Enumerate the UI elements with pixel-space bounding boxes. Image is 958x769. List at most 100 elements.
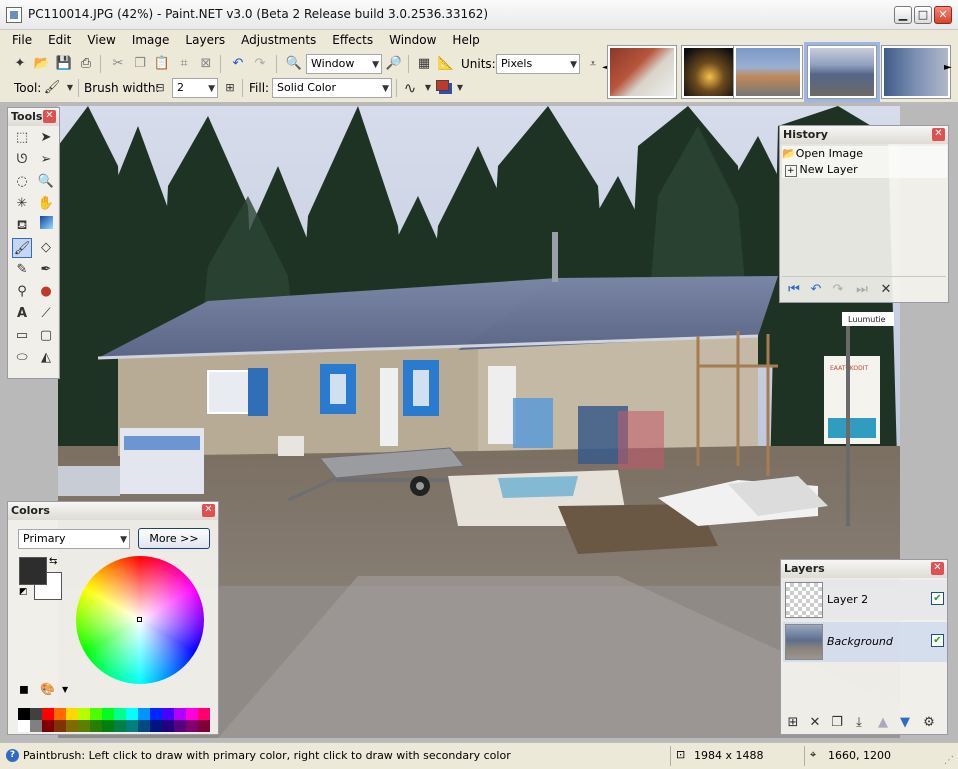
increase-width-button[interactable]: ⊞ (220, 78, 240, 98)
history-redo-icon[interactable]: ↷ (828, 280, 848, 300)
chevron-down-icon[interactable]: ▼ (450, 78, 470, 98)
grid-icon[interactable]: ▦ (414, 54, 434, 74)
palette-swatch[interactable] (90, 708, 102, 720)
reset-colors-icon[interactable]: ◩ (19, 587, 28, 597)
menu-window[interactable]: Window (381, 30, 444, 52)
tools-panel-close-button[interactable]: ✕ (43, 110, 56, 123)
paintbrush-tool-icon[interactable]: 🖌 (42, 78, 62, 98)
palette-swatch[interactable] (126, 720, 138, 732)
minimize-button[interactable]: ▁ (894, 6, 912, 24)
thumbnail-image-4-active[interactable] (808, 46, 876, 98)
color-mode-dropdown[interactable]: Primary ▼ (18, 529, 130, 549)
palette-swatch[interactable] (186, 720, 198, 732)
palette-swatch[interactable] (114, 720, 126, 732)
menu-layers[interactable]: Layers (177, 30, 233, 52)
thumbnail-image-1[interactable] (608, 46, 676, 98)
palette-swatch[interactable] (198, 708, 210, 720)
palette-swatch[interactable] (18, 720, 30, 732)
maximize-button[interactable]: □ (914, 6, 932, 24)
palette-options-icon[interactable]: 🎨 (40, 682, 55, 696)
palette-swatch[interactable] (42, 720, 54, 732)
palette-swatch[interactable] (174, 720, 186, 732)
thumbnails-next-arrow[interactable]: ► (944, 62, 952, 73)
rulers-icon[interactable]: 📐 (436, 54, 456, 74)
menu-file[interactable]: File (4, 30, 40, 52)
palette-swatch[interactable] (30, 708, 42, 720)
palette-swatch[interactable] (66, 720, 78, 732)
palette-swatch[interactable] (30, 720, 42, 732)
merge-layer-down-icon[interactable]: ⤓ (849, 713, 869, 733)
move-layer-down-icon[interactable]: ▼ (895, 713, 915, 733)
undo-icon[interactable]: ↶ (228, 54, 248, 74)
layers-panel-close-button[interactable]: ✕ (931, 562, 944, 575)
units-dropdown[interactable]: Pixels ▼ (496, 54, 580, 74)
save-icon[interactable]: 💾 (54, 54, 74, 74)
history-item-open-image[interactable]: 📂Open Image (782, 146, 947, 162)
rewind-to-start-icon[interactable]: ⏮ (784, 280, 804, 300)
redo-icon[interactable]: ↷ (250, 54, 270, 74)
pencil-tool-icon[interactable]: ✎ (12, 260, 32, 280)
rounded-rectangle-tool-icon[interactable]: ▢ (36, 326, 56, 346)
color-wheel-cursor[interactable] (137, 617, 142, 622)
palette-swatch[interactable] (126, 708, 138, 720)
palette-swatch[interactable] (18, 708, 30, 720)
chevron-down-icon[interactable]: ▼ (62, 685, 68, 694)
swap-colors-icon[interactable]: ⇆ (49, 556, 57, 567)
fast-forward-to-end-icon[interactable]: ⏭ (852, 280, 872, 300)
paste-icon[interactable]: 📋 (152, 54, 172, 74)
palette-swatch[interactable] (90, 720, 102, 732)
palette-swatch[interactable] (186, 708, 198, 720)
open-file-icon[interactable]: 📂 (32, 54, 52, 74)
zoom-out-icon[interactable]: 🔍 (284, 54, 304, 74)
ellipse-tool-icon[interactable]: ⬭ (12, 348, 32, 368)
paintbrush-tool-icon[interactable]: 🖌 (12, 238, 32, 258)
move-layer-up-icon[interactable]: ▲ (873, 713, 893, 733)
zoom-tool-icon[interactable]: 🔍 (36, 172, 56, 192)
gradient-tool-icon[interactable] (36, 216, 56, 236)
menu-adjustments[interactable]: Adjustments (233, 30, 324, 52)
palette-swatch[interactable] (78, 708, 90, 720)
clone-stamp-tool-icon[interactable]: ⚲ (12, 282, 32, 302)
palette-swatch[interactable] (162, 720, 174, 732)
palette-swatch[interactable] (162, 708, 174, 720)
delete-layer-icon[interactable]: ✕ (805, 713, 825, 733)
move-selection-outline-tool-icon[interactable]: ➢ (36, 150, 56, 170)
print-icon[interactable]: ⎙ (76, 54, 96, 74)
palette-swatch[interactable] (54, 708, 66, 720)
add-layer-icon[interactable]: ⊞ (783, 713, 803, 733)
layer-row-layer2[interactable]: Layer 2 ✔ (783, 580, 947, 620)
history-item-new-layer[interactable]: + New Layer (782, 162, 947, 178)
delete-history-icon[interactable]: ✕ (876, 280, 896, 300)
chevron-down-icon[interactable]: ▼ (60, 78, 80, 98)
crop-icon[interactable]: ⌗ (174, 54, 194, 74)
menu-image[interactable]: Image (124, 30, 178, 52)
eraser-tool-icon[interactable]: ◇ (36, 238, 56, 258)
recolor-tool-icon[interactable]: ● (36, 282, 56, 302)
color-wheel[interactable] (76, 556, 204, 684)
palette-swatch[interactable] (114, 708, 126, 720)
brush-width-field[interactable]: 2 ▼ (172, 78, 218, 98)
palette-swatch[interactable] (138, 708, 150, 720)
lasso-select-tool-icon[interactable]: ᘎ (12, 150, 32, 170)
cut-icon[interactable]: ✂ (108, 54, 128, 74)
layer-row-background[interactable]: Background ✔ (783, 622, 947, 662)
rectangle-tool-icon[interactable]: ▭ (12, 326, 32, 346)
menu-effects[interactable]: Effects (324, 30, 381, 52)
fill-dropdown[interactable]: Solid Color ▼ (272, 78, 392, 98)
history-panel-close-button[interactable]: ✕ (932, 128, 945, 141)
copy-icon[interactable]: ❐ (130, 54, 150, 74)
blend-mode-icon[interactable] (432, 78, 452, 98)
antialiasing-icon[interactable]: ∿ (400, 78, 420, 98)
palette-swatch[interactable] (102, 708, 114, 720)
history-undo-icon[interactable]: ↶ (806, 280, 826, 300)
move-selection-tool-icon[interactable]: ➤ (36, 128, 56, 148)
color-picker-tool-icon[interactable]: ✒ (36, 260, 56, 280)
ellipse-select-tool-icon[interactable]: ◌ (12, 172, 32, 192)
palette-swatch[interactable] (150, 708, 162, 720)
palette-swatch[interactable] (54, 720, 66, 732)
text-tool-icon[interactable]: A (12, 304, 32, 324)
layer-properties-icon[interactable]: ⚙ (919, 713, 939, 733)
palette-swatch[interactable] (102, 720, 114, 732)
layer-visibility-checkbox[interactable]: ✔ (931, 634, 944, 647)
thumbnail-image-3[interactable] (734, 46, 802, 98)
